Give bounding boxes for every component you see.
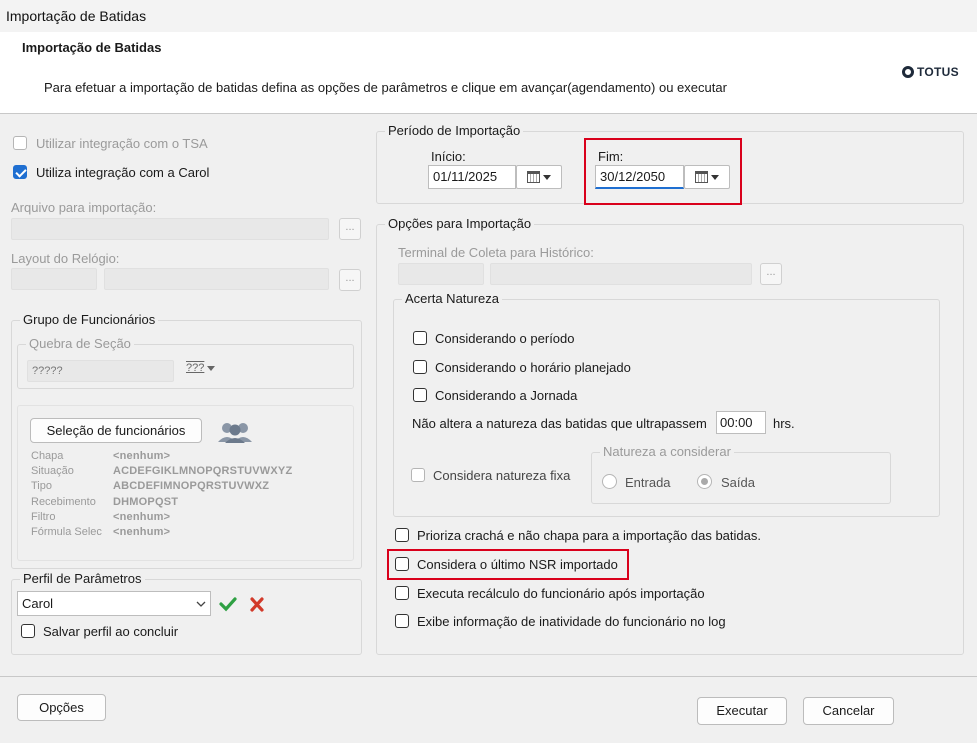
salvar-perfil-label: Salvar perfil ao concluir bbox=[43, 624, 179, 639]
exibe-inatividade-label: Exibe informação de inatividade do funci… bbox=[417, 614, 726, 629]
natureza-considerar-legend: Natureza a considerar bbox=[600, 444, 734, 459]
executar-button[interactable]: Executar bbox=[697, 697, 787, 725]
tsa-label: Utilizar integração com o TSA bbox=[36, 136, 208, 151]
entrada-radio[interactable] bbox=[602, 474, 617, 489]
considerando-periodo-label: Considerando o período bbox=[435, 331, 575, 346]
layout-browse-button[interactable]: ... bbox=[339, 269, 361, 291]
executa-recalculo-label: Executa recálculo do funcionário após im… bbox=[417, 586, 705, 601]
page-title: Importação de Batidas bbox=[22, 40, 162, 55]
terminal-code-field[interactable] bbox=[398, 263, 484, 285]
detail-key: Chapa bbox=[31, 450, 64, 462]
detail-value: <nenhum> bbox=[113, 510, 171, 523]
natureza-fixa-checkbox[interactable] bbox=[411, 468, 425, 482]
quebra-dropdown-label: ??? bbox=[186, 362, 205, 374]
calendar-icon bbox=[527, 171, 540, 183]
detail-key: Situação bbox=[31, 465, 74, 478]
nao-altera-label: Não altera a natureza das batidas que ul… bbox=[412, 416, 707, 431]
terminal-browse-button[interactable]: ... bbox=[760, 263, 782, 285]
saida-radio[interactable] bbox=[697, 474, 712, 489]
totvs-logo: TOTUS bbox=[902, 65, 959, 79]
perfil-select[interactable]: Carol bbox=[17, 591, 211, 616]
inicio-date-input[interactable]: 01/11/2025 bbox=[428, 165, 516, 189]
considerando-horario-label: Considerando o horário planejado bbox=[435, 360, 631, 375]
periodo-legend: Período de Importação bbox=[385, 123, 524, 138]
considerando-jornada-label: Considerando a Jornada bbox=[435, 388, 578, 403]
detail-row: Fórmula Selec <nenhum> bbox=[31, 526, 170, 538]
chevron-down-icon bbox=[207, 365, 216, 371]
perfil-value: Carol bbox=[22, 596, 54, 611]
arquivo-browse-button[interactable]: ... bbox=[339, 218, 361, 240]
logo-text: TOTUS bbox=[917, 65, 959, 79]
cancelar-button[interactable]: Cancelar bbox=[803, 697, 894, 725]
carol-label: Utiliza integração com a Carol bbox=[36, 165, 210, 180]
executa-recalculo-checkbox[interactable] bbox=[395, 586, 409, 600]
considerando-horario-checkbox[interactable] bbox=[413, 360, 427, 374]
prioriza-cracha-label: Prioriza crachá e não chapa para a impor… bbox=[417, 528, 761, 543]
perfil-legend: Perfil de Parâmetros bbox=[20, 571, 145, 586]
detail-row: Tipo ABCDEFIMNOPQRSTUVWXZ bbox=[31, 480, 269, 492]
salvar-perfil-checkbox[interactable] bbox=[21, 624, 35, 638]
fim-date-input[interactable]: 30/12/2050 bbox=[595, 165, 684, 189]
arquivo-label: Arquivo para importação: bbox=[11, 200, 157, 215]
detail-value: <nenhum> bbox=[113, 450, 171, 462]
fim-label: Fim: bbox=[598, 149, 624, 164]
inicio-label: Início: bbox=[431, 149, 466, 164]
opcoes-legend: Opções para Importação bbox=[385, 216, 535, 231]
fim-calendar-button[interactable] bbox=[684, 165, 730, 189]
detail-key: Fórmula Selec bbox=[31, 526, 102, 538]
window-title: Importação de Batidas bbox=[6, 8, 147, 24]
considerando-jornada-checkbox[interactable] bbox=[413, 388, 427, 402]
detail-row: Chapa <nenhum> bbox=[31, 450, 170, 462]
inicio-calendar-button[interactable] bbox=[516, 165, 562, 189]
detail-value: <nenhum> bbox=[113, 526, 171, 538]
entrada-label: Entrada bbox=[625, 475, 671, 490]
detail-value: ABCDEFIMNOPQRSTUVWXZ bbox=[113, 480, 270, 493]
nao-altera-time-input[interactable]: 00:00 bbox=[716, 411, 766, 434]
ultimo-nsr-label: Considera o último NSR importado bbox=[417, 557, 618, 572]
calendar-icon bbox=[695, 171, 708, 183]
exibe-inatividade-checkbox[interactable] bbox=[395, 614, 409, 628]
detail-value: DHMOPQST bbox=[113, 495, 179, 508]
selecao-funcionarios-button[interactable]: Seleção de funcionários bbox=[30, 418, 202, 443]
detail-key: Tipo bbox=[31, 480, 52, 493]
users-group-icon bbox=[216, 421, 254, 443]
confirm-check-icon[interactable] bbox=[219, 596, 237, 615]
chevron-down-icon bbox=[711, 174, 719, 180]
terminal-label: Terminal de Coleta para Histórico: bbox=[398, 245, 594, 260]
layout-label: Layout do Relógio: bbox=[11, 251, 120, 266]
acerta-legend: Acerta Natureza bbox=[402, 291, 502, 306]
detail-row: Recebimento DHMOPQST bbox=[31, 496, 178, 508]
natureza-fixa-label: Considera natureza fixa bbox=[433, 468, 571, 483]
logo-ring-icon bbox=[902, 66, 914, 78]
saida-label: Saída bbox=[721, 475, 755, 490]
detail-key: Recebimento bbox=[31, 495, 96, 508]
detail-row: Filtro <nenhum> bbox=[31, 511, 170, 523]
detail-key: Filtro bbox=[31, 510, 56, 523]
considerando-periodo-checkbox[interactable] bbox=[413, 331, 427, 345]
prioriza-cracha-checkbox[interactable] bbox=[395, 528, 409, 542]
ultimo-nsr-checkbox[interactable] bbox=[395, 557, 409, 571]
detail-value: ACDEFGIKLMNOPQRSTUVWXYZ bbox=[113, 465, 293, 478]
quebra-legend: Quebra de Seção bbox=[26, 336, 134, 351]
chevron-down-icon bbox=[543, 174, 551, 180]
detail-row: Situação ACDEFGIKLMNOPQRSTUVWXYZ bbox=[31, 465, 292, 477]
grupo-legend: Grupo de Funcionários bbox=[20, 312, 159, 327]
quebra-secao-field[interactable]: ????? bbox=[27, 360, 174, 382]
tsa-checkbox[interactable] bbox=[13, 136, 27, 150]
delete-x-icon[interactable] bbox=[249, 597, 265, 615]
opcoes-button[interactable]: Opções bbox=[17, 694, 106, 721]
header-panel: Importação de Batidas Para efetuar a imp… bbox=[0, 32, 977, 114]
carol-checkbox[interactable] bbox=[13, 165, 27, 179]
layout-code-field[interactable] bbox=[11, 268, 97, 290]
terminal-desc-field[interactable] bbox=[490, 263, 752, 285]
page-subtitle: Para efetuar a importação de batidas def… bbox=[44, 80, 727, 95]
hrs-label: hrs. bbox=[773, 416, 795, 431]
title-bar: Importação de Batidas bbox=[0, 0, 977, 32]
layout-desc-field[interactable] bbox=[104, 268, 329, 290]
arquivo-field[interactable] bbox=[11, 218, 329, 240]
chevron-down-icon bbox=[196, 601, 206, 607]
quebra-secao-dropdown[interactable]: ??? bbox=[186, 362, 216, 374]
